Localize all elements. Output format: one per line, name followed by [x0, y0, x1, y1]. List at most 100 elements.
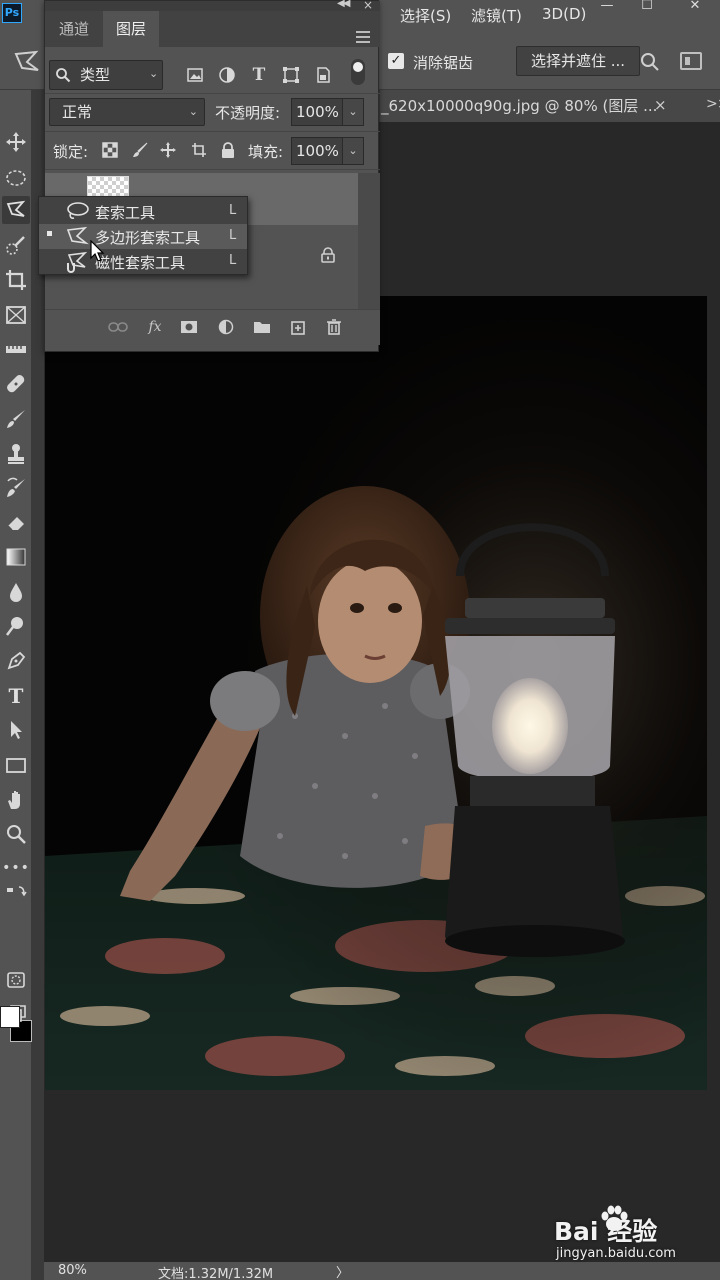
path-selection-tool-icon[interactable]: [2, 716, 30, 744]
flyout-item-label: 多边形套索工具: [95, 229, 201, 247]
opacity-label: 不透明度:: [215, 104, 281, 122]
flyout-shortcut: L: [229, 228, 237, 243]
minimize-icon[interactable]: —: [590, 0, 624, 16]
close-window-icon[interactable]: ✕: [678, 0, 712, 16]
new-layer-icon[interactable]: [287, 317, 309, 337]
tab-overflow-icon[interactable]: >>: [706, 96, 720, 112]
tools-panel: T •••: [0, 90, 32, 1280]
search-icon[interactable]: [640, 52, 660, 72]
panel-divider: [45, 93, 380, 94]
lasso-icon: [67, 202, 89, 219]
baidu-jingyan-watermark: Bai 经验 jingyan.baidu.com: [554, 1198, 720, 1268]
menu-select[interactable]: 选择(S): [400, 5, 451, 26]
document-image[interactable]: [45, 296, 707, 1090]
lasso-tool-flyout: 套索工具 L 多边形套索工具 L 磁性套索工具 L: [38, 196, 248, 275]
blend-mode-select[interactable]: 正常 ⌄: [49, 98, 205, 126]
filter-type-icon[interactable]: T: [249, 65, 269, 85]
filter-pixel-icon[interactable]: [185, 65, 205, 85]
ruler-tool-icon[interactable]: [2, 335, 30, 363]
add-mask-icon[interactable]: [178, 317, 200, 337]
healing-brush-tool-icon[interactable]: [2, 370, 30, 398]
blur-tool-icon[interactable]: [2, 578, 30, 606]
menu-filter[interactable]: 滤镜(T): [471, 5, 522, 26]
document-size: 文档:1.32M/1.32M: [158, 1267, 274, 1280]
panel-divider: [45, 169, 380, 170]
antialias-checkbox[interactable]: ✓: [388, 53, 404, 69]
hand-tool-icon[interactable]: [2, 786, 30, 814]
type-tool-icon[interactable]: T: [2, 682, 30, 710]
maximize-icon[interactable]: ☐: [630, 0, 664, 16]
lock-transparent-pixels-icon[interactable]: [101, 141, 119, 159]
new-group-icon[interactable]: [251, 317, 273, 337]
magnetic-lasso-icon: [67, 251, 88, 273]
filter-adjustment-icon[interactable]: [217, 65, 237, 85]
photo-girl-with-lantern: [45, 296, 707, 1090]
polygonal-lasso-tool-icon[interactable]: [2, 196, 30, 224]
frame-tool-icon[interactable]: [2, 301, 30, 329]
watermark-url: jingyan.baidu.com: [556, 1246, 676, 1261]
panel-collapse-icon[interactable]: ◀◀: [337, 0, 350, 9]
lock-artboard-icon[interactable]: [190, 141, 208, 159]
photoshop-logo: Ps: [2, 3, 22, 23]
polygonal-lasso-icon: [66, 226, 89, 245]
close-tab-icon[interactable]: ×: [654, 96, 667, 114]
move-tool-icon[interactable]: [2, 128, 30, 156]
lock-label: 锁定:: [53, 143, 89, 161]
quick-selection-tool-icon[interactable]: [2, 232, 30, 260]
quick-mask-icon[interactable]: [2, 966, 30, 994]
delete-layer-icon[interactable]: [323, 317, 345, 337]
new-adjustment-layer-icon[interactable]: [215, 317, 237, 337]
lock-position-icon[interactable]: [159, 141, 177, 159]
gradient-tool-icon[interactable]: [2, 543, 30, 571]
zoom-tool-icon[interactable]: [2, 820, 30, 848]
dodge-tool-icon[interactable]: [2, 612, 30, 640]
workspace-icon[interactable]: [680, 52, 702, 70]
panel-menu-icon[interactable]: [356, 31, 370, 43]
polygonal-lasso-icon[interactable]: [12, 48, 42, 78]
flyout-item-lasso[interactable]: 套索工具 L: [39, 199, 247, 224]
swap-colors-icon[interactable]: [2, 886, 30, 904]
panel-tab-bar: 通道 图层: [45, 11, 380, 47]
marquee-tool-icon[interactable]: [2, 164, 30, 192]
tab-channels[interactable]: 通道: [45, 11, 103, 47]
lock-all-icon[interactable]: [219, 141, 237, 159]
antialias-label: 消除锯齿: [413, 54, 474, 72]
brush-tool-icon[interactable]: [2, 405, 30, 433]
status-menu-arrow-icon[interactable]: 〉: [336, 1262, 349, 1280]
canvas-gutter: [33, 122, 44, 1262]
menu-3d[interactable]: 3D(D): [542, 5, 586, 23]
flyout-shortcut: L: [229, 203, 237, 218]
zoom-level[interactable]: 80%: [58, 1263, 87, 1278]
layers-scrollbar[interactable]: [358, 173, 380, 309]
panel-title-strip[interactable]: [45, 1, 380, 11]
panel-divider: [45, 131, 380, 132]
select-and-mask-button[interactable]: 选择并遮住 ...: [516, 46, 640, 76]
opacity-dropdown-icon[interactable]: ⌄: [342, 98, 364, 126]
baidu-paw-icon: [601, 1205, 628, 1231]
document-tab[interactable]: _620x10000q90g.jpg @ 80% (图层 ...: [380, 90, 720, 122]
flyout-item-label: 套索工具: [95, 204, 156, 222]
link-layers-icon[interactable]: [107, 317, 129, 337]
filter-search-icon: [56, 68, 71, 83]
filter-smart-object-icon[interactable]: [313, 65, 333, 85]
pen-tool-icon[interactable]: [2, 647, 30, 675]
clone-stamp-tool-icon[interactable]: [2, 440, 30, 468]
rectangle-tool-icon[interactable]: [2, 751, 30, 779]
filter-dropdown-icon: ⌄: [149, 67, 159, 80]
eraser-tool-icon[interactable]: [2, 509, 30, 537]
filter-shape-icon[interactable]: [281, 65, 301, 85]
history-brush-tool-icon[interactable]: [2, 474, 30, 502]
foreground-color-swatch[interactable]: [0, 1006, 20, 1028]
crop-tool-icon[interactable]: [2, 266, 30, 294]
blend-dropdown-icon: ⌄: [188, 105, 198, 118]
fill-dropdown-icon[interactable]: ⌄: [342, 137, 364, 165]
more-tools-icon[interactable]: •••: [2, 854, 30, 882]
flyout-shortcut: L: [229, 253, 237, 268]
tab-layers[interactable]: 图层: [103, 11, 159, 47]
flyout-item-magnetic-lasso[interactable]: 磁性套索工具 L: [39, 249, 247, 274]
lock-image-pixels-icon[interactable]: [131, 141, 149, 159]
layer-effects-icon[interactable]: fx: [144, 317, 166, 337]
filter-toggle-switch[interactable]: [351, 59, 365, 85]
flyout-item-polygonal-lasso[interactable]: 多边形套索工具 L: [39, 224, 247, 249]
type-tool-glyph: T: [8, 684, 24, 708]
